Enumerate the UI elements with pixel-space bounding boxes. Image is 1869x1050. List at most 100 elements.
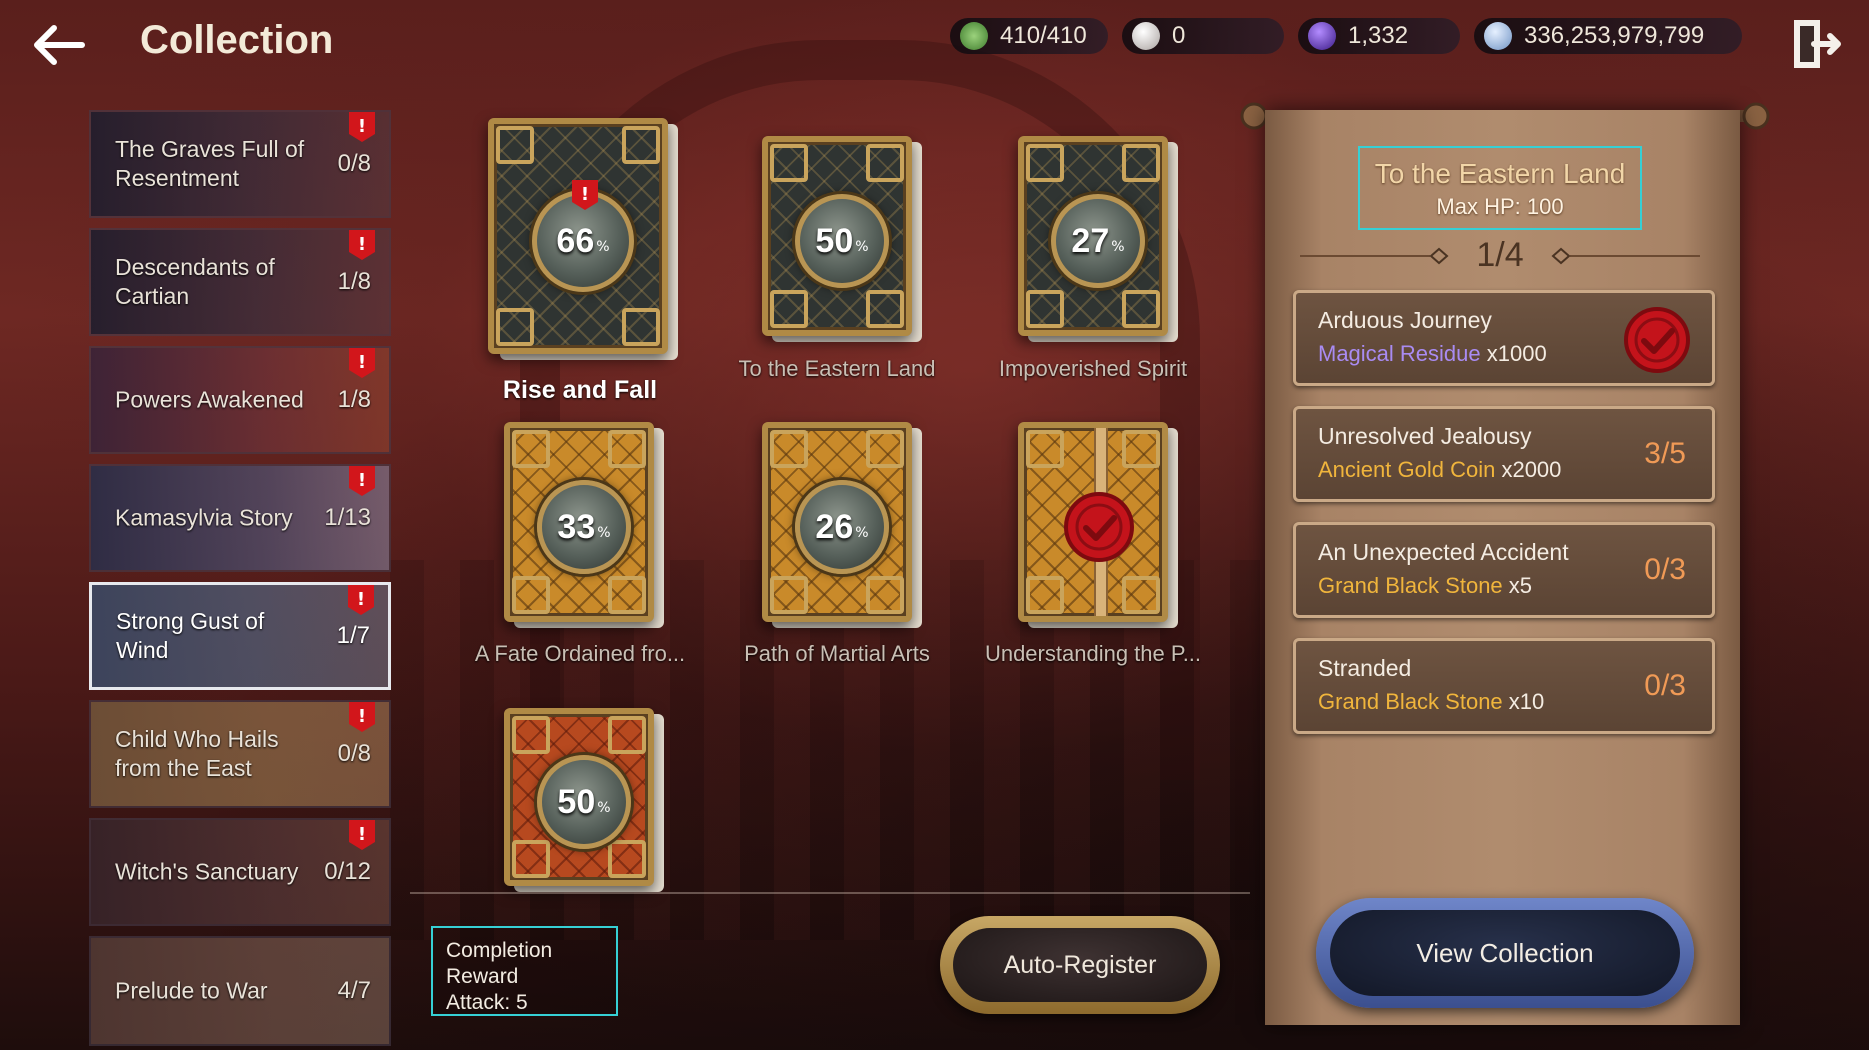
- alert-icon: !: [349, 112, 375, 142]
- task-unresolved-jealousy[interactable]: Unresolved Jealousy Ancient Gold Coin x2…: [1293, 406, 1715, 502]
- corner-ornament: [622, 308, 660, 346]
- reward-qty: x2000: [1501, 457, 1562, 482]
- corner-ornament: [866, 576, 904, 614]
- reward-qty: x10: [1508, 689, 1545, 714]
- sidebar-item-label: Descendants of Cartian: [115, 254, 275, 309]
- percent-sign: %: [855, 239, 869, 255]
- exit-button[interactable]: [1790, 16, 1842, 72]
- sidebar-item-label: Powers Awakened: [115, 386, 304, 413]
- progress-medallion: 50%: [795, 194, 889, 288]
- reward-item: Grand Black Stone: [1318, 573, 1503, 598]
- alert-icon: !: [572, 180, 598, 210]
- completion-reward-value: Attack: 5: [446, 991, 528, 1014]
- back-arrow-icon: [34, 25, 85, 65]
- sidebar-item-descendants[interactable]: Descendants of Cartian 1/8 !: [89, 228, 391, 336]
- card-face: 26%: [762, 422, 912, 622]
- currency-value: 410/410: [1000, 22, 1087, 49]
- card-label: A Fate Ordained fro...: [474, 641, 686, 666]
- sidebar-item-graves[interactable]: The Graves Full of Resentment 0/8 !: [89, 110, 391, 218]
- task-name: Unresolved Jealousy: [1318, 423, 1532, 449]
- card-path-of-martial-arts[interactable]: 26%: [762, 422, 922, 628]
- progress-medallion: 33%: [537, 480, 631, 574]
- silver-coin-icon: [1484, 22, 1512, 50]
- card-label: Path of Martial Arts: [744, 641, 930, 666]
- svg-text:!: !: [357, 589, 365, 610]
- svg-text:!: !: [358, 352, 366, 373]
- percent-sign: %: [1111, 239, 1125, 255]
- panel-title: To the Eastern Land: [1374, 158, 1626, 189]
- corner-ornament: [1122, 144, 1160, 182]
- auto-register-button[interactable]: Auto-Register: [940, 916, 1220, 1014]
- card-understanding[interactable]: [1018, 422, 1178, 628]
- task-reward: Magical Residue x1000: [1318, 341, 1547, 367]
- sidebar-item-strong-gust[interactable]: Strong Gust of Wind 1/7 !: [89, 582, 391, 690]
- task-stranded[interactable]: Stranded Grand Black Stone x10 0/3: [1293, 638, 1715, 734]
- card-percent: 66: [556, 221, 595, 260]
- completed-seal-icon: [1624, 307, 1690, 373]
- progress-medallion: 50%: [537, 755, 631, 849]
- sidebar-item-child-east[interactable]: Child Who Hails from the East 0/8 !: [89, 700, 391, 808]
- sidebar-item-label: Strong Gust of Wind: [116, 608, 265, 663]
- card-percent: 50: [557, 782, 596, 821]
- panel-subtitle: Max HP: 100: [1436, 194, 1564, 219]
- energy-icon: [960, 22, 988, 50]
- corner-ornament: [1122, 290, 1160, 328]
- card-face: 66% !: [488, 118, 668, 354]
- corner-ornament: [608, 576, 646, 614]
- task-arduous-journey[interactable]: Arduous Journey Magical Residue x1000: [1293, 290, 1715, 386]
- sidebar-item-label: Prelude to War: [115, 977, 268, 1004]
- page-indicator: 1/4: [1300, 232, 1700, 282]
- corner-ornament: [496, 308, 534, 346]
- currency-energy: 410/410: [950, 18, 1108, 54]
- card-label: To the Eastern Land: [738, 356, 936, 381]
- sidebar-item-powers-awakened[interactable]: Powers Awakened 1/8 !: [89, 346, 391, 454]
- corner-ornament: [512, 430, 550, 468]
- task-name: Arduous Journey: [1318, 307, 1492, 333]
- sidebar-item-kamasylvia[interactable]: Kamasylvia Story 1/13 !: [89, 464, 391, 572]
- task-reward: Grand Black Stone x10: [1318, 689, 1544, 715]
- svg-text:!: !: [358, 470, 366, 491]
- task-unexpected-accident[interactable]: An Unexpected Accident Grand Black Stone…: [1293, 522, 1715, 618]
- card-label: Rise and Fall: [502, 376, 658, 404]
- alert-icon: !: [349, 820, 375, 850]
- currency-crystal: 1,332: [1298, 18, 1460, 54]
- wax-seal-icon: [1064, 492, 1134, 562]
- svg-text:!: !: [358, 824, 366, 845]
- sidebar-item-label: Child Who Hails from the East: [115, 726, 279, 781]
- view-collection-button[interactable]: View Collection: [1316, 898, 1694, 1008]
- reward-qty: x1000: [1486, 341, 1547, 366]
- card-face: [1018, 422, 1168, 622]
- card-face: 33%: [504, 422, 654, 622]
- card-face: 50%: [762, 136, 912, 336]
- corner-ornament: [1026, 144, 1064, 182]
- sidebar-item-prelude-war[interactable]: Prelude to War 4/7: [89, 936, 391, 1046]
- corner-ornament: [608, 430, 646, 468]
- card-rise-and-fall[interactable]: 66% !: [488, 118, 678, 360]
- alert-icon: !: [349, 466, 375, 496]
- corner-ornament: [770, 576, 808, 614]
- card-impoverished-spirit[interactable]: 27%: [1018, 136, 1178, 342]
- corner-ornament: [512, 576, 550, 614]
- corner-ornament: [1122, 576, 1160, 614]
- task-progress: 0/3: [1644, 669, 1686, 702]
- sidebar-item-count: 1/7: [336, 622, 370, 649]
- corner-ornament: [608, 840, 646, 878]
- task-name: An Unexpected Accident: [1318, 539, 1569, 565]
- task-reward: Ancient Gold Coin x2000: [1318, 457, 1561, 483]
- card-fate-ordained[interactable]: 33%: [504, 422, 664, 628]
- page-title: Collection: [140, 18, 334, 62]
- back-button[interactable]: [24, 20, 94, 70]
- corner-ornament: [512, 840, 550, 878]
- svg-text:!: !: [581, 184, 589, 205]
- sidebar-item-witch-sanctuary[interactable]: Witch's Sanctuary 0/12 !: [89, 818, 391, 926]
- card-percent: 50: [815, 221, 854, 260]
- card-unnamed[interactable]: 50%: [504, 708, 664, 892]
- currency-value: 336,253,979,799: [1524, 22, 1705, 49]
- currency-value: 1,332: [1348, 22, 1409, 49]
- card-percent: 33: [557, 507, 596, 546]
- card-to-the-eastern-land[interactable]: 50%: [762, 136, 922, 342]
- alert-icon: !: [348, 585, 374, 615]
- sidebar-item-count: 1/13: [324, 504, 371, 531]
- corner-ornament: [1122, 430, 1160, 468]
- alert-icon: !: [349, 348, 375, 378]
